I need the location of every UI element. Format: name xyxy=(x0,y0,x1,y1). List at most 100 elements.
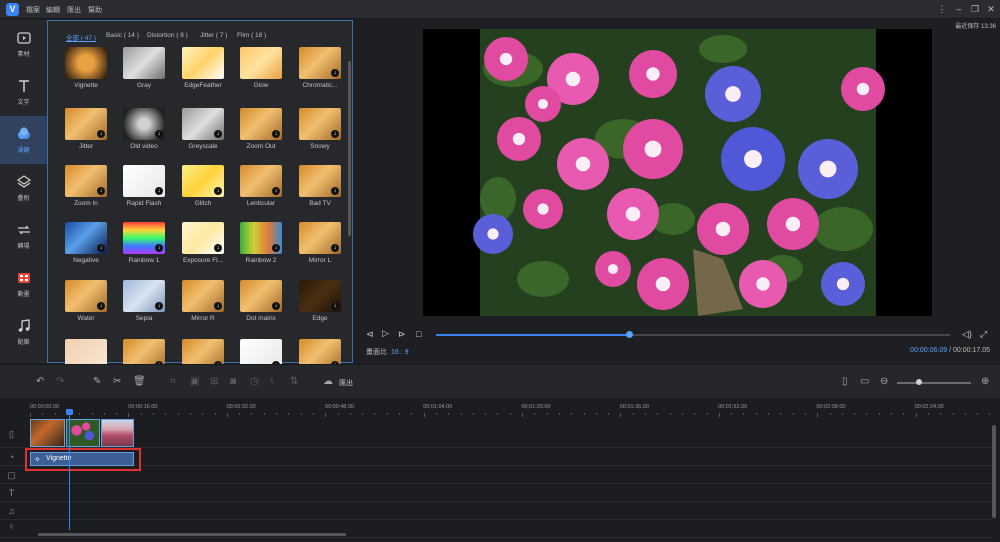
video-clip-2[interactable] xyxy=(66,419,100,447)
filter-thumbnail[interactable]: ↓ xyxy=(123,165,165,197)
filter-thumbnail[interactable]: ↓ xyxy=(240,108,282,140)
speed-clock-icon[interactable]: ◷ xyxy=(250,376,259,387)
download-icon[interactable]: ↓ xyxy=(331,69,339,77)
nav-music[interactable]: 配樂 xyxy=(0,308,47,356)
zoom-slider-knob[interactable] xyxy=(916,379,922,385)
filter-thumbnail[interactable]: ↓ xyxy=(240,280,282,312)
play-icon[interactable]: ▷ xyxy=(382,328,389,339)
nav-filter[interactable]: 濾鏡 xyxy=(0,116,47,164)
menu-edit[interactable]: 編輯 xyxy=(46,5,60,15)
filter-thumbnail[interactable]: ↓ xyxy=(182,222,224,254)
filter-thumbnail[interactable]: ↓ xyxy=(182,165,224,197)
tab-all[interactable]: 全部 ( 47 ) xyxy=(66,32,96,42)
download-icon[interactable]: ↓ xyxy=(97,244,105,252)
nav-animation[interactable]: 動畫 xyxy=(0,260,47,308)
prev-frame-icon[interactable]: ⊲ xyxy=(366,329,374,340)
timeline-horizontal-scrollbar[interactable] xyxy=(38,533,346,536)
download-icon[interactable]: ↓ xyxy=(155,130,163,138)
undo-icon[interactable]: ↶ xyxy=(36,376,44,387)
filter-thumbnail[interactable]: ↓ xyxy=(123,280,165,312)
timeline-ruler[interactable] xyxy=(30,413,992,417)
restore-icon[interactable]: ❐ xyxy=(969,3,981,15)
tab-jitter[interactable]: Jitter ( 7 ) xyxy=(200,32,227,39)
aspect-ratio[interactable]: 畫面比 16 : 9 xyxy=(366,347,409,357)
fit-timeline-icon[interactable]: ▭ xyxy=(860,376,869,387)
download-icon[interactable]: ↓ xyxy=(272,187,280,195)
close-icon[interactable]: ✕ xyxy=(985,3,997,15)
filter-thumbnail[interactable] xyxy=(240,47,282,79)
download-icon[interactable]: ↓ xyxy=(214,187,222,195)
delete-trash-icon[interactable]: 🗑 xyxy=(133,376,146,387)
snapshot-icon[interactable]: ◙ xyxy=(230,376,236,387)
crop-icon[interactable]: ⌗ xyxy=(170,376,176,387)
split-scissors-icon[interactable]: ✂ xyxy=(113,376,121,387)
filter-scrollbar[interactable] xyxy=(348,61,351,236)
filter-thumbnail[interactable]: ↓ xyxy=(65,280,107,312)
filter-thumbnail[interactable]: ↓ xyxy=(240,165,282,197)
download-icon[interactable]: ↓ xyxy=(331,187,339,195)
download-icon[interactable]: ↓ xyxy=(214,130,222,138)
download-icon[interactable]: ↓ xyxy=(272,130,280,138)
timeline-vertical-scrollbar[interactable] xyxy=(992,425,996,518)
download-icon[interactable]: ↓ xyxy=(214,302,222,310)
audio-detach-icon[interactable]: ⇅ xyxy=(290,376,298,387)
minimize-icon[interactable]: – xyxy=(953,3,965,15)
tab-basic[interactable]: Basic ( 14 ) xyxy=(106,32,139,39)
more-menu-icon[interactable]: ⋮ xyxy=(936,3,948,15)
tab-distortion[interactable]: Distortion ( 8 ) xyxy=(147,32,188,39)
zoom-out-icon[interactable]: ⊖ xyxy=(880,376,888,387)
filter-thumbnail[interactable]: ↓ xyxy=(65,165,107,197)
playhead-line[interactable] xyxy=(69,410,70,530)
download-icon[interactable]: ↓ xyxy=(155,244,163,252)
download-icon[interactable]: ↓ xyxy=(155,302,163,310)
export-button-label[interactable]: 匯出 xyxy=(339,378,353,388)
filter-thumbnail[interactable]: ↓ xyxy=(123,222,165,254)
filter-thumbnail[interactable]: ↓ xyxy=(240,222,282,254)
volume-icon[interactable]: ◁) xyxy=(962,329,972,340)
download-icon[interactable]: ↓ xyxy=(331,244,339,252)
download-icon[interactable]: ↓ xyxy=(97,130,105,138)
export-icon[interactable]: ☁ xyxy=(323,376,333,387)
download-icon[interactable]: ↓ xyxy=(331,130,339,138)
video-preview[interactable] xyxy=(423,29,932,316)
voiceover-mic-icon[interactable]: ♮ xyxy=(270,376,274,387)
playback-progress[interactable] xyxy=(436,331,950,338)
stop-icon[interactable]: □ xyxy=(416,329,421,339)
nav-transition[interactable]: 轉場 xyxy=(0,212,47,260)
filter-thumbnail[interactable]: ↓ xyxy=(299,47,341,79)
filter-thumbnail[interactable]: ↓ xyxy=(182,108,224,140)
download-icon[interactable]: ↓ xyxy=(97,187,105,195)
filter-thumbnail[interactable] xyxy=(123,47,165,79)
zoom-slider-track[interactable] xyxy=(897,382,971,384)
video-clip-3[interactable] xyxy=(101,419,134,447)
edit-pencil-icon[interactable]: ✎ xyxy=(93,376,101,387)
progress-knob[interactable] xyxy=(625,331,633,338)
menu-export[interactable]: 匯出 xyxy=(67,5,81,15)
fullscreen-icon[interactable]: ⤢ xyxy=(980,329,987,340)
download-icon[interactable]: ↓ xyxy=(97,302,105,310)
filter-thumbnail[interactable]: ↓ xyxy=(299,222,341,254)
filter-thumbnail[interactable] xyxy=(182,47,224,79)
filter-thumbnail[interactable]: ↓ xyxy=(299,108,341,140)
freeze-icon[interactable]: ⊞ xyxy=(210,376,218,387)
mosaic-icon[interactable]: ▣ xyxy=(190,376,199,387)
download-icon[interactable]: ↓ xyxy=(331,302,339,310)
filter-thumbnail[interactable]: ↓ xyxy=(65,222,107,254)
download-icon[interactable]: ↓ xyxy=(155,187,163,195)
download-icon[interactable]: ↓ xyxy=(272,302,280,310)
tab-film[interactable]: Film ( 18 ) xyxy=(237,32,266,39)
download-icon[interactable]: ↓ xyxy=(214,244,222,252)
nav-media[interactable]: 素材 xyxy=(0,20,47,68)
filter-thumbnail[interactable]: ↓ xyxy=(123,108,165,140)
video-clip-1[interactable] xyxy=(30,419,65,447)
next-frame-icon[interactable]: ⊳ xyxy=(398,329,406,340)
filter-thumbnail[interactable] xyxy=(65,47,107,79)
zoom-in-icon[interactable]: ⊕ xyxy=(981,376,989,387)
menu-help[interactable]: 幫助 xyxy=(88,5,102,15)
filter-thumbnail[interactable]: ↓ xyxy=(299,280,341,312)
menu-file[interactable]: 檔案 xyxy=(26,5,40,15)
filter-thumbnail[interactable]: ↓ xyxy=(65,108,107,140)
filter-thumbnail[interactable]: ↓ xyxy=(182,280,224,312)
nav-text[interactable]: 文字 xyxy=(0,68,47,116)
download-icon[interactable]: ↓ xyxy=(272,244,280,252)
